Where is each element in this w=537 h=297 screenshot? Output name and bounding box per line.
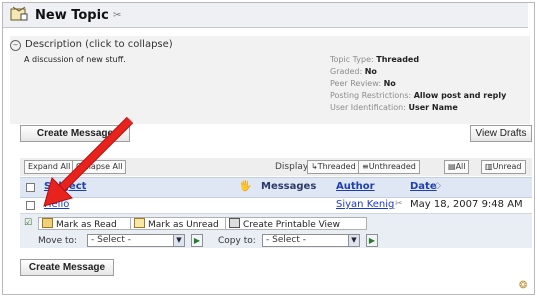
description-toggle[interactable]: − Description (click to collapse): [10, 39, 173, 51]
show-unread-button[interactable]: ▥Unread: [481, 160, 526, 174]
description-text: A discussion of new stuff.: [24, 55, 126, 64]
sort-icon[interactable]: ◇: [434, 181, 441, 191]
copy-to-label: Copy to:: [218, 236, 256, 246]
display-label: Display:: [275, 162, 311, 172]
table-row: Hello Siyan Kenig ✂ May 18, 2007 9:48 AM: [20, 198, 532, 213]
bulk-action-icon: ☑: [24, 218, 33, 228]
chevron-down-icon: ▼: [348, 235, 359, 246]
threaded-button[interactable]: ↳Threaded: [307, 160, 360, 174]
printer-icon: [229, 218, 240, 228]
property-topic-type: Topic Type: Threaded: [330, 55, 420, 64]
move-to-select[interactable]: - Select - ▼: [87, 234, 185, 247]
author-column-header[interactable]: Author: [336, 181, 375, 192]
move-go-button[interactable]: ▶: [191, 234, 203, 247]
property-peer-review: Peer Review: No: [330, 79, 396, 88]
row-checkbox[interactable]: [26, 201, 35, 210]
select-all-checkbox[interactable]: [26, 183, 35, 192]
description-header: Description (click to collapse): [25, 39, 173, 50]
corner-icon: ❂: [519, 280, 528, 291]
topic-icon: [10, 6, 28, 21]
expand-all-button[interactable]: Expand All: [24, 160, 75, 174]
attachment-icon: 🖐: [239, 181, 252, 192]
message-actions: ☑ Mark as Read Mark as Unread Create Pri…: [20, 213, 532, 248]
message-subject-link[interactable]: Hello: [44, 199, 69, 210]
view-drafts-button[interactable]: View Drafts: [470, 125, 532, 142]
create-message-button[interactable]: Create Message: [20, 125, 130, 142]
message-date: May 18, 2007 9:48 AM: [410, 199, 523, 210]
all-icon: ▤: [448, 162, 456, 171]
unread-icon: ▥: [485, 162, 493, 171]
collapse-icon: −: [10, 40, 21, 51]
topic-properties: Topic Type: Threaded Graded: No Peer Rev…: [330, 54, 506, 114]
edit-icon[interactable]: ✂: [113, 10, 121, 21]
threaded-icon: ↳: [311, 162, 318, 171]
chevron-down-icon: ▼: [173, 235, 184, 246]
show-all-button[interactable]: ▤All: [444, 160, 470, 174]
display-toolbar: Expand All Collapse All Display: ↳Thread…: [20, 158, 532, 176]
read-icon: [42, 218, 53, 228]
unread-envelope-icon: [134, 218, 145, 228]
subject-column-header[interactable]: Subject: [44, 181, 86, 192]
collapse-all-button[interactable]: Collapse All: [72, 160, 127, 174]
unthreaded-button[interactable]: ≡Unthreaded: [358, 160, 420, 174]
table-header: Subject 🖐 Messages Author Date ◇: [20, 177, 532, 198]
description-panel: − Description (click to collapse) A discu…: [10, 36, 530, 124]
messages-column-header: Messages: [261, 181, 317, 192]
create-printable-view-button[interactable]: Create Printable View: [225, 217, 367, 230]
page-title: New Topic: [35, 8, 109, 23]
date-column-header[interactable]: Date: [410, 181, 437, 192]
property-user-identification: User Identification: User Name: [330, 103, 458, 112]
unthreaded-icon: ≡: [362, 162, 369, 171]
property-posting-restrictions: Posting Restrictions: Allow post and rep…: [330, 91, 507, 100]
user-icon: ✂: [395, 199, 403, 209]
message-author-link[interactable]: Siyan Kenig: [336, 199, 394, 210]
create-message-bottom-button[interactable]: Create Message: [20, 259, 114, 276]
copy-to-select[interactable]: - Select - ▼: [262, 234, 360, 247]
title-bar: New Topic ✂: [3, 3, 528, 28]
property-graded: Graded: No: [330, 67, 377, 76]
copy-go-button[interactable]: ▶: [366, 234, 378, 247]
move-to-label: Move to:: [38, 236, 78, 246]
